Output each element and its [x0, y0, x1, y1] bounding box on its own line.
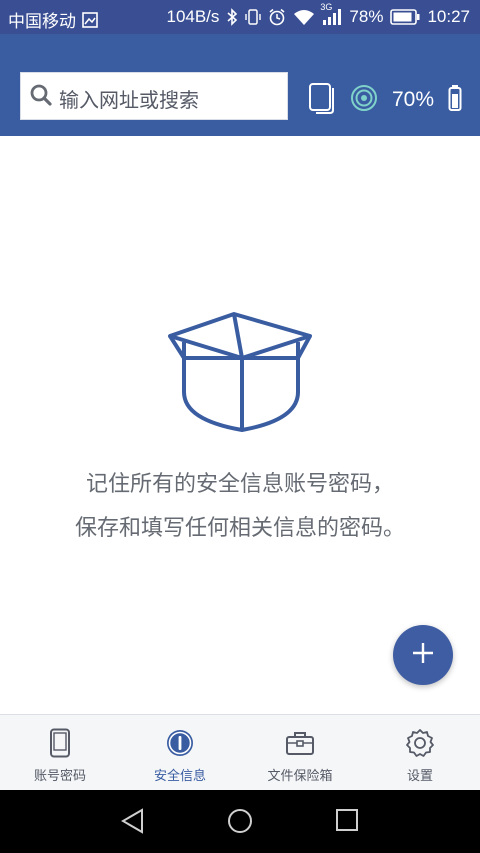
bluetooth-icon — [226, 8, 238, 26]
tab-settings[interactable]: 设置 — [360, 715, 480, 790]
back-icon[interactable] — [120, 808, 146, 838]
signal-icon: 3G — [320, 2, 342, 26]
gear-icon — [405, 727, 435, 759]
wifi-icon — [293, 9, 315, 26]
clock: 10:27 — [427, 7, 470, 26]
empty-state-text-2: 保存和填写任何相关信息的密码。 — [74, 516, 405, 541]
main-content: 记住所有的安全信息账号密码， 保存和填写任何相关信息的密码。 — [0, 136, 480, 714]
search-icon — [29, 83, 53, 111]
empty-box-icon — [164, 308, 314, 438]
plus-icon — [412, 642, 434, 668]
tab-security-info[interactable]: 安全信息 — [120, 715, 240, 790]
vibrate-icon — [245, 8, 262, 26]
recents-icon[interactable] — [335, 808, 359, 836]
phone-icon — [49, 727, 71, 759]
bottom-tab-bar: 账号密码 安全信息 文件保险箱 设置 — [0, 714, 480, 790]
app-header: 输入网址或搜索 70% — [0, 34, 480, 136]
tab-label: 账号密码 — [33, 769, 86, 784]
carrier-label: 中国移动 — [8, 12, 76, 31]
home-icon[interactable] — [227, 808, 253, 838]
tab-account-password[interactable]: 账号密码 — [0, 715, 120, 790]
tab-file-vault[interactable]: 文件保险箱 — [240, 715, 360, 790]
image-notification-icon — [82, 11, 98, 28]
info-icon — [165, 727, 195, 759]
tab-label: 安全信息 — [153, 769, 206, 784]
tabs-icon[interactable] — [308, 82, 336, 118]
alarm-icon — [268, 8, 286, 26]
search-placeholder: 输入网址或搜索 — [59, 88, 199, 112]
empty-state-text-1: 记住所有的安全信息账号密码， — [85, 472, 394, 497]
tab-label: 设置 — [406, 769, 433, 784]
header-battery-label: 70% — [391, 88, 434, 111]
radar-icon[interactable] — [350, 84, 378, 116]
briefcase-icon — [285, 727, 315, 759]
battery-percent-label: 78% — [349, 7, 384, 26]
network-speed: 104B/s — [166, 7, 220, 26]
system-nav-bar — [0, 790, 480, 853]
network-type-label: 3G — [320, 2, 333, 12]
tab-label: 文件保险箱 — [267, 769, 333, 784]
status-bar: 中国移动 104B/s 3G 78% 10:27 — [0, 0, 480, 34]
search-input[interactable]: 输入网址或搜索 — [20, 72, 288, 120]
battery-icon — [390, 9, 420, 25]
header-battery-icon — [448, 84, 462, 116]
add-button[interactable] — [393, 625, 453, 685]
